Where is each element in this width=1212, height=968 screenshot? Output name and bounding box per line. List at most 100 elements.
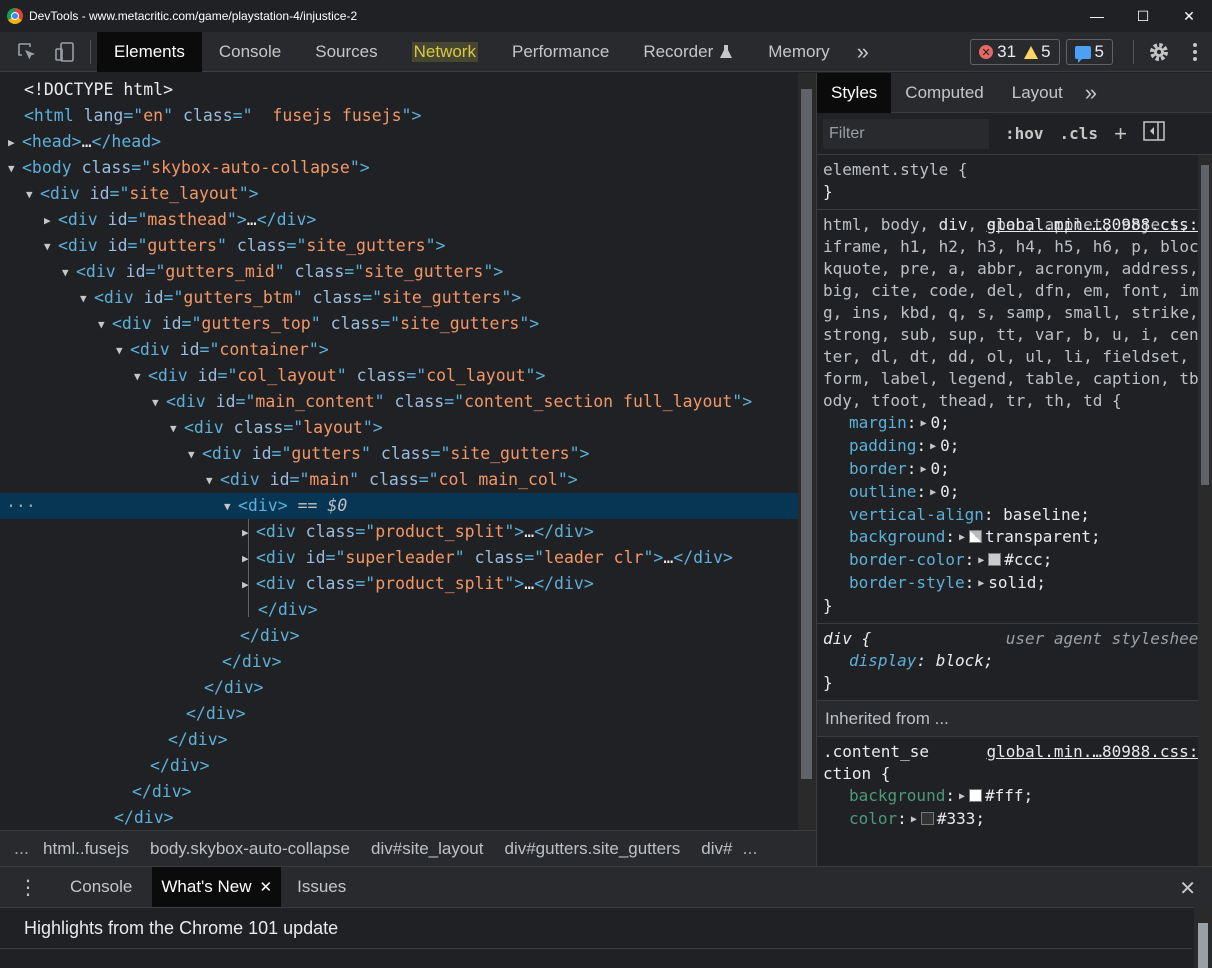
tree-node[interactable]: <!DOCTYPE html> bbox=[0, 77, 798, 103]
elements-scrollbar-thumb[interactable] bbox=[801, 89, 812, 779]
tab-sources[interactable]: Sources bbox=[298, 32, 394, 72]
drawer-scrollbar[interactable] bbox=[1194, 907, 1212, 968]
toggle-sidebar-icon[interactable] bbox=[1143, 121, 1165, 146]
tab-styles[interactable]: Styles bbox=[817, 73, 892, 113]
close-window-button[interactable]: ✕ bbox=[1166, 0, 1212, 32]
kebab-menu-icon[interactable] bbox=[1178, 32, 1212, 72]
hover-state-button[interactable]: :hov bbox=[1005, 124, 1044, 143]
more-style-tabs-icon[interactable]: » bbox=[1077, 73, 1105, 113]
collapse-triangle-icon[interactable]: ▼ bbox=[116, 338, 130, 364]
css-declaration-border[interactable]: border: ▶ 0; bbox=[823, 458, 1206, 481]
tree-node[interactable]: </div> bbox=[0, 727, 798, 753]
tree-node[interactable]: ▼ <div id="gutters_top" class="site_gutte… bbox=[0, 311, 798, 337]
tree-node[interactable]: ▼ <div id="gutters_btm" class="site_gutte… bbox=[0, 285, 798, 311]
drawer-tab-console[interactable]: Console bbox=[56, 867, 152, 908]
expand-shorthand-icon[interactable]: ▶ bbox=[920, 459, 926, 481]
inspect-element-icon[interactable] bbox=[8, 32, 46, 72]
tab-network[interactable]: Network bbox=[395, 32, 495, 72]
tree-node[interactable]: ▶ <head>…</head> bbox=[0, 129, 798, 155]
tree-node[interactable]: </div> bbox=[0, 701, 798, 727]
class-toggle-button[interactable]: .cls bbox=[1060, 124, 1099, 143]
breadcrumb-item-body[interactable]: body.skybox-auto-collapse bbox=[150, 839, 350, 859]
more-tabs-icon[interactable]: » bbox=[847, 32, 879, 72]
collapse-triangle-icon[interactable]: ▼ bbox=[170, 416, 184, 442]
css-declaration-background[interactable]: background: ▶ #fff; bbox=[823, 785, 1206, 808]
tree-node[interactable]: ▼ <div id="main" class="col main_col"> bbox=[0, 467, 798, 493]
styles-scrollbar[interactable] bbox=[1198, 155, 1212, 866]
expand-shorthand-icon[interactable]: ▶ bbox=[920, 413, 926, 435]
tab-elements[interactable]: Elements bbox=[97, 31, 202, 72]
tree-node[interactable]: </div> bbox=[0, 675, 798, 701]
tree-node[interactable]: </div> bbox=[0, 805, 798, 830]
breadcrumb-item-gutters[interactable]: div#gutters.site_gutters bbox=[504, 839, 680, 859]
reset-rule-source-link[interactable]: global.min.…80988.css:1 bbox=[986, 214, 1208, 236]
drawer-scrollbar-thumb[interactable] bbox=[1198, 923, 1208, 968]
expand-shorthand-icon[interactable]: ▶ bbox=[978, 550, 984, 572]
tree-node[interactable]: ▶ <div class="product_split">…</div> bbox=[0, 571, 798, 597]
tree-node[interactable]: ▼ <div id="main_content" class="content_s… bbox=[0, 389, 798, 415]
tab-performance[interactable]: Performance bbox=[495, 32, 626, 72]
tree-node[interactable]: ▼ <div id="container"> bbox=[0, 337, 798, 363]
expand-shorthand-icon[interactable]: ▶ bbox=[930, 436, 936, 458]
color-swatch-icon[interactable] bbox=[988, 553, 1002, 566]
css-declaration-border-color[interactable]: border-color: ▶ #ccc; bbox=[823, 549, 1206, 572]
expand-triangle-icon[interactable]: ▶ bbox=[8, 130, 22, 156]
ua-decl-display[interactable]: display: block; bbox=[823, 650, 1206, 672]
color-swatch-icon[interactable] bbox=[969, 530, 982, 543]
collapse-triangle-icon[interactable]: ▼ bbox=[80, 286, 94, 312]
tree-node[interactable]: ▶ <div id="masthead">…</div> bbox=[0, 207, 798, 233]
new-style-rule-button[interactable]: + bbox=[1114, 121, 1127, 147]
breadcrumb-item-div[interactable]: div# bbox=[701, 839, 732, 859]
drawer-menu-icon[interactable]: ⋮ bbox=[0, 867, 56, 908]
collapse-triangle-icon[interactable]: ▼ bbox=[188, 442, 202, 468]
tree-node[interactable]: ▼ <div id="gutters" class="site_gutters"> bbox=[0, 233, 798, 259]
styles-filter-input[interactable] bbox=[823, 118, 989, 149]
tree-node[interactable]: ▶ <div class="product_split">…</div> bbox=[0, 519, 798, 545]
tree-node[interactable]: </div> bbox=[0, 779, 798, 805]
collapse-triangle-icon[interactable]: ▼ bbox=[98, 312, 112, 338]
tree-node[interactable]: ▶ <div id="superleader" class="leader clr… bbox=[0, 545, 798, 571]
close-tab-icon[interactable]: ✕ bbox=[260, 878, 273, 896]
tree-node[interactable]: ▼ <div id="gutters" class="site_gutters"> bbox=[0, 441, 798, 467]
collapse-triangle-icon[interactable]: ▼ bbox=[8, 156, 22, 182]
collapse-triangle-icon[interactable]: ▼ bbox=[224, 494, 238, 520]
reset-css-rule[interactable]: global.min.…80988.css:1 html, body, div,… bbox=[817, 210, 1212, 624]
tab-layout[interactable]: Layout bbox=[998, 73, 1077, 113]
expand-triangle-icon[interactable]: ▶ bbox=[242, 546, 256, 572]
expand-shorthand-icon[interactable]: ▶ bbox=[959, 786, 965, 808]
elements-tree[interactable]: <!DOCTYPE html> <html lang="en" class=" f… bbox=[0, 73, 798, 830]
content-section-rule[interactable]: global.min.…80988.css:5 .content_se ctio… bbox=[817, 737, 1212, 837]
tree-node[interactable]: ▼ <div id="col_layout" class="col_layout"… bbox=[0, 363, 798, 389]
tab-computed[interactable]: Computed bbox=[891, 73, 997, 113]
tree-node-selected[interactable]: ▼ <div> == $0... bbox=[0, 492, 798, 520]
tree-node[interactable]: </div> bbox=[0, 649, 798, 675]
tree-node[interactable]: </div> bbox=[0, 753, 798, 779]
css-declaration-outline[interactable]: outline: ▶ 0; bbox=[823, 481, 1206, 504]
expand-triangle-icon[interactable]: ▶ bbox=[242, 520, 256, 546]
tab-recorder[interactable]: Recorder bbox=[626, 32, 739, 72]
minimize-button[interactable]: — bbox=[1074, 0, 1120, 32]
tab-memory[interactable]: Memory bbox=[751, 32, 846, 72]
color-swatch-icon[interactable] bbox=[969, 789, 982, 802]
issues-counter[interactable]: ✕ 31 5 bbox=[970, 39, 1060, 65]
tree-node[interactable]: ▼ <body class="skybox-auto-collapse"> bbox=[0, 155, 798, 181]
tree-node[interactable]: <html lang="en" class=" fusejs fusejs"> bbox=[0, 103, 798, 129]
breadcrumb-overflow-left[interactable]: ... bbox=[14, 838, 29, 859]
css-declaration-background[interactable]: background: ▶ transparent; bbox=[823, 526, 1206, 549]
expand-triangle-icon[interactable]: ▶ bbox=[242, 572, 256, 598]
tree-node[interactable]: ▼ <div id="site_layout"> bbox=[0, 181, 798, 207]
tab-console[interactable]: Console bbox=[202, 32, 298, 72]
content-rule-source-link[interactable]: global.min.…80988.css:5 bbox=[986, 741, 1208, 763]
tree-node[interactable]: </div> bbox=[0, 623, 798, 649]
expand-shorthand-icon[interactable]: ▶ bbox=[959, 527, 965, 549]
drawer-tab-whats-new[interactable]: What's New ✕ bbox=[152, 866, 282, 908]
expand-triangle-icon[interactable]: ▶ bbox=[44, 208, 58, 234]
expand-shorthand-icon[interactable]: ▶ bbox=[930, 482, 936, 504]
breadcrumb-item-html[interactable]: html..fusejs bbox=[43, 839, 129, 859]
div-ua-rule[interactable]: div { user agent stylesheet display: blo… bbox=[817, 624, 1212, 701]
gear-icon[interactable] bbox=[1140, 32, 1178, 72]
maximize-button[interactable]: ☐ bbox=[1120, 0, 1166, 32]
collapse-triangle-icon[interactable]: ▼ bbox=[206, 468, 220, 494]
collapse-triangle-icon[interactable]: ▼ bbox=[62, 260, 76, 286]
css-declaration-padding[interactable]: padding: ▶ 0; bbox=[823, 435, 1206, 458]
